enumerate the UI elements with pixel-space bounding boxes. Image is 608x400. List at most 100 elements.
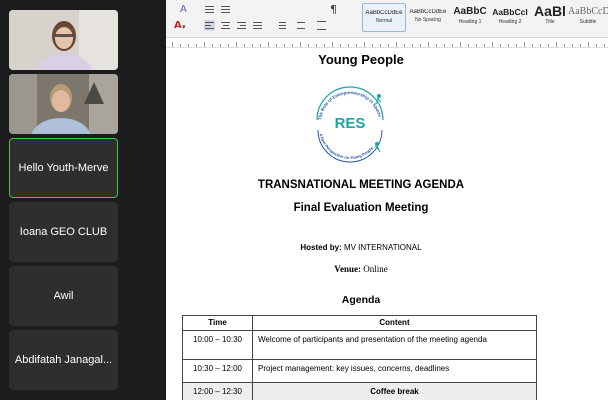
ruler-tick bbox=[268, 42, 269, 47]
numbered-list-icon[interactable] bbox=[220, 4, 231, 15]
ruler-tick bbox=[476, 44, 477, 47]
align-center-icon[interactable] bbox=[220, 20, 231, 31]
ruler-tick bbox=[236, 42, 237, 47]
ruler-tick bbox=[196, 44, 197, 47]
ruler-tick bbox=[548, 44, 549, 47]
ruler-tick bbox=[396, 42, 397, 47]
ruler-tick bbox=[532, 44, 533, 47]
participant-video-image bbox=[9, 74, 118, 134]
font-color-icon[interactable]: A bbox=[174, 20, 182, 32]
ruler-tick bbox=[292, 44, 293, 47]
style-normal[interactable]: AaBbCcDdEe Normal bbox=[362, 3, 406, 32]
chevron-down-icon[interactable]: ▾ bbox=[182, 21, 186, 33]
ruler-tick bbox=[444, 44, 445, 47]
ruler-tick bbox=[468, 44, 469, 47]
row-content: Project management: key issues, concerns… bbox=[252, 359, 537, 383]
agenda-heading: Agenda bbox=[341, 294, 381, 306]
ruler-tick bbox=[420, 44, 421, 47]
ruler-tick bbox=[188, 44, 189, 47]
style-heading-1[interactable]: AaBbC Heading 1 bbox=[448, 3, 492, 32]
align-right-icon[interactable] bbox=[236, 20, 247, 31]
shading-icon[interactable] bbox=[296, 20, 307, 31]
ruler-tick bbox=[588, 42, 589, 47]
row-time: 10:30 – 12:00 bbox=[182, 359, 253, 383]
participant-tile-awil[interactable]: Awil bbox=[9, 266, 118, 326]
participants-panel: Hello Youth-Merve Ioana GEO CLUB Awil Ab… bbox=[0, 0, 166, 400]
ruler-tick bbox=[572, 44, 573, 47]
ruler-tick bbox=[228, 44, 229, 47]
style-label: Heading 2 bbox=[498, 19, 522, 25]
borders-icon[interactable] bbox=[316, 20, 327, 31]
style-heading-2[interactable]: AaBbCcI Heading 2 bbox=[488, 3, 532, 32]
style-subtitle[interactable]: AaBbCcD Subtitle bbox=[568, 3, 608, 32]
ruler-tick bbox=[508, 44, 509, 47]
hosted-by-value: MV INTERNATIONAL bbox=[341, 243, 422, 252]
ruler-tick bbox=[308, 44, 309, 47]
style-preview: AaBbCcI bbox=[492, 7, 528, 17]
svg-text:A New Perspective on Young Peo: A New Perspective on Young People bbox=[319, 133, 375, 160]
ruler-tick bbox=[604, 44, 605, 47]
venue-value: Online bbox=[360, 264, 388, 274]
hosted-by-label: Hosted by: bbox=[300, 243, 342, 252]
ruler-tick bbox=[500, 44, 501, 47]
row-content: Welcome of participants and presentation… bbox=[252, 330, 537, 360]
ruler-tick bbox=[564, 44, 565, 47]
logo-text: RES bbox=[335, 115, 366, 132]
participant-video-2[interactable] bbox=[9, 74, 118, 134]
ruler-tick bbox=[492, 42, 493, 47]
ruler-tick bbox=[404, 44, 405, 47]
style-title[interactable]: AaBl Title bbox=[528, 3, 572, 32]
participant-tile-abdifatah[interactable]: Abdifatah Janagal... bbox=[9, 330, 118, 390]
agenda-table[interactable]: Time Content 10:00 – 10:30 Welcome of pa… bbox=[182, 315, 537, 400]
ruler-tick bbox=[172, 42, 173, 47]
style-label: No Spacing bbox=[415, 17, 441, 23]
participant-tile-ioana[interactable]: Ioana GEO CLUB bbox=[9, 202, 118, 262]
document-page[interactable]: Young People The Role of Entrepreneurshi… bbox=[166, 48, 608, 400]
document-heading: Young People bbox=[318, 52, 404, 67]
table-row: 10:00 – 10:30 Welcome of participants an… bbox=[182, 330, 537, 360]
ruler-tick bbox=[484, 44, 485, 47]
participant-video-image bbox=[9, 10, 118, 70]
ruler-tick bbox=[324, 44, 325, 47]
agenda-main-title: TRANSNATIONAL MEETING AGENDA bbox=[257, 179, 465, 191]
bullet-list-icon[interactable] bbox=[204, 4, 215, 15]
ruler-tick bbox=[252, 44, 253, 47]
meeting-title: Final Evaluation Meeting bbox=[293, 202, 429, 214]
align-left-icon[interactable] bbox=[204, 20, 215, 31]
style-preview: AaBbC bbox=[453, 6, 487, 17]
style-preview: AaBbCcDdEe bbox=[409, 9, 447, 15]
participant-name: Awil bbox=[53, 290, 74, 302]
ruler-tick bbox=[388, 44, 389, 47]
highlight-icon[interactable]: A bbox=[180, 4, 187, 16]
participant-video-1[interactable] bbox=[9, 10, 118, 70]
pilcrow-icon[interactable]: ¶ bbox=[330, 4, 337, 16]
justify-icon[interactable] bbox=[252, 20, 263, 31]
style-label: Subtitle bbox=[579, 19, 597, 25]
ruler-tick bbox=[300, 42, 301, 47]
logo-arc-bottom-text: A New Perspective on Young People bbox=[319, 133, 375, 160]
ruler-tick bbox=[332, 42, 333, 47]
ruler-tick bbox=[580, 44, 581, 47]
ruler-tick bbox=[452, 44, 453, 47]
ruler-tick bbox=[356, 44, 357, 47]
ruler[interactable] bbox=[166, 38, 608, 48]
column-header-time: Time bbox=[182, 315, 253, 331]
hosted-by-line: Hosted by: MV INTERNATIONAL bbox=[166, 243, 556, 252]
column-header-content: Content bbox=[252, 315, 537, 331]
ruler-tick bbox=[364, 42, 365, 47]
style-preview: AaBbCcD bbox=[568, 6, 608, 17]
style-label: Heading 1 bbox=[458, 19, 482, 25]
ruler-tick bbox=[212, 44, 213, 47]
ruler-tick bbox=[284, 44, 285, 47]
style-no-spacing[interactable]: AaBbCcDdEe No Spacing bbox=[406, 3, 450, 32]
res-project-logo: The Role of Entrepreneurship in Sports A… bbox=[316, 86, 384, 163]
ruler-tick bbox=[436, 44, 437, 47]
participant-tile-hello-youth[interactable]: Hello Youth-Merve bbox=[9, 138, 118, 198]
ruler-tick bbox=[460, 42, 461, 47]
ruler-tick bbox=[556, 42, 557, 47]
ribbon-toolbar: A A ▾ ¶ AaBbCcDdEe Normal AaBbCcDdEe No … bbox=[166, 0, 608, 38]
ruler-tick bbox=[428, 42, 429, 47]
style-preview: AaBbCcDdEe bbox=[365, 10, 403, 16]
table-row: 10:30 – 12:00 Project management: key is… bbox=[182, 359, 537, 383]
line-spacing-icon[interactable] bbox=[276, 20, 287, 31]
